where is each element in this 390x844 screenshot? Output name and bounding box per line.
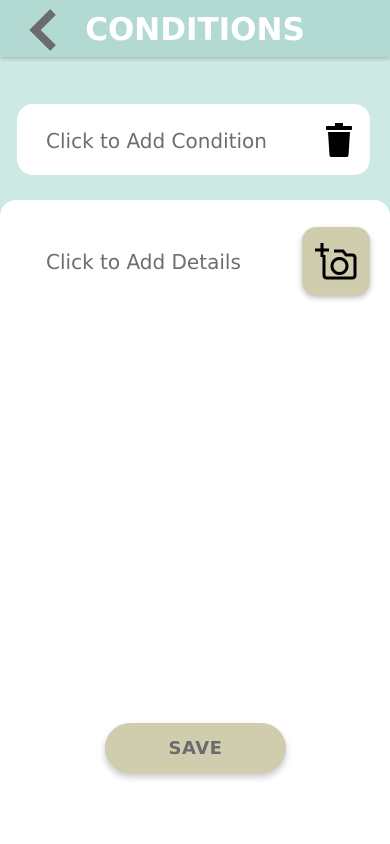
delete-condition-button[interactable] [324,122,354,158]
details-input[interactable]: Click to Add Details [46,250,241,274]
condition-input[interactable]: Click to Add Condition [46,104,267,175]
add-camera-icon [315,243,357,280]
chevron-left-icon [29,9,56,51]
back-button[interactable] [22,8,62,52]
add-photo-button[interactable] [302,227,370,295]
save-button[interactable]: SAVE [105,723,286,773]
trash-icon [326,123,352,157]
app-header: CONDITIONS [0,0,390,57]
condition-card: Click to Add Condition [17,104,370,175]
